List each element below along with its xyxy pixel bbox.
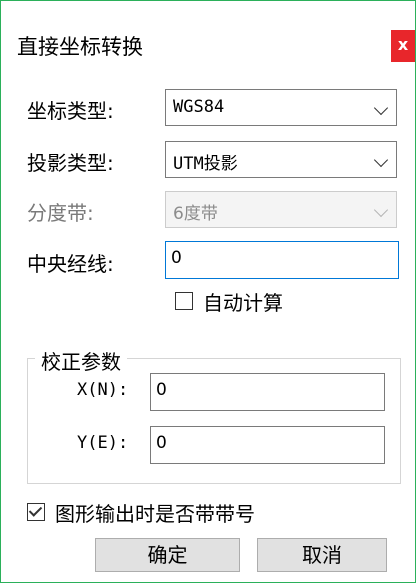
output-zone-label: 图形输出时是否带带号 xyxy=(55,502,255,526)
y-e-input[interactable]: 0 xyxy=(150,426,385,464)
projection-type-select[interactable]: UTM投影 xyxy=(165,141,397,178)
cancel-button[interactable]: 取消 xyxy=(257,538,387,572)
auto-calc-label: 自动计算 xyxy=(203,291,283,315)
checkmark-icon xyxy=(28,503,43,517)
zone-value: 6度带 xyxy=(173,204,218,224)
zone-select: 6度带 xyxy=(165,191,397,228)
close-button[interactable]: x xyxy=(391,30,415,62)
projection-type-value: UTM投影 xyxy=(173,154,238,174)
central-meridian-value: 0 xyxy=(171,248,182,268)
chevron-down-icon xyxy=(373,100,389,116)
coordinate-convert-dialog: 直接坐标转换 x 坐标类型: WGS84 投影类型: UTM投影 分度带: 6度… xyxy=(0,0,416,583)
dialog-title: 直接坐标转换 xyxy=(17,35,143,59)
y-e-value: 0 xyxy=(156,433,167,453)
coord-type-value: WGS84 xyxy=(173,97,225,117)
correction-group-title: 校正参数 xyxy=(35,346,127,375)
y-e-label: Y(E): xyxy=(77,433,129,453)
auto-calc-checkbox[interactable] xyxy=(175,292,193,310)
projection-type-label: 投影类型: xyxy=(27,151,114,175)
x-n-label: X(N): xyxy=(77,380,129,400)
x-n-input[interactable]: 0 xyxy=(150,373,385,411)
coord-type-select[interactable]: WGS84 xyxy=(165,89,397,126)
coord-type-label: 坐标类型: xyxy=(27,99,114,123)
x-n-value: 0 xyxy=(156,380,167,400)
central-meridian-label: 中央经线: xyxy=(27,252,114,276)
chevron-down-icon xyxy=(373,152,389,168)
output-zone-checkbox[interactable] xyxy=(27,503,45,521)
zone-label: 分度带: xyxy=(27,201,94,225)
title-bar: 直接坐标转换 x xyxy=(1,1,415,89)
ok-button[interactable]: 确定 xyxy=(95,538,240,572)
chevron-down-icon xyxy=(373,202,389,218)
central-meridian-input[interactable]: 0 xyxy=(165,241,399,279)
